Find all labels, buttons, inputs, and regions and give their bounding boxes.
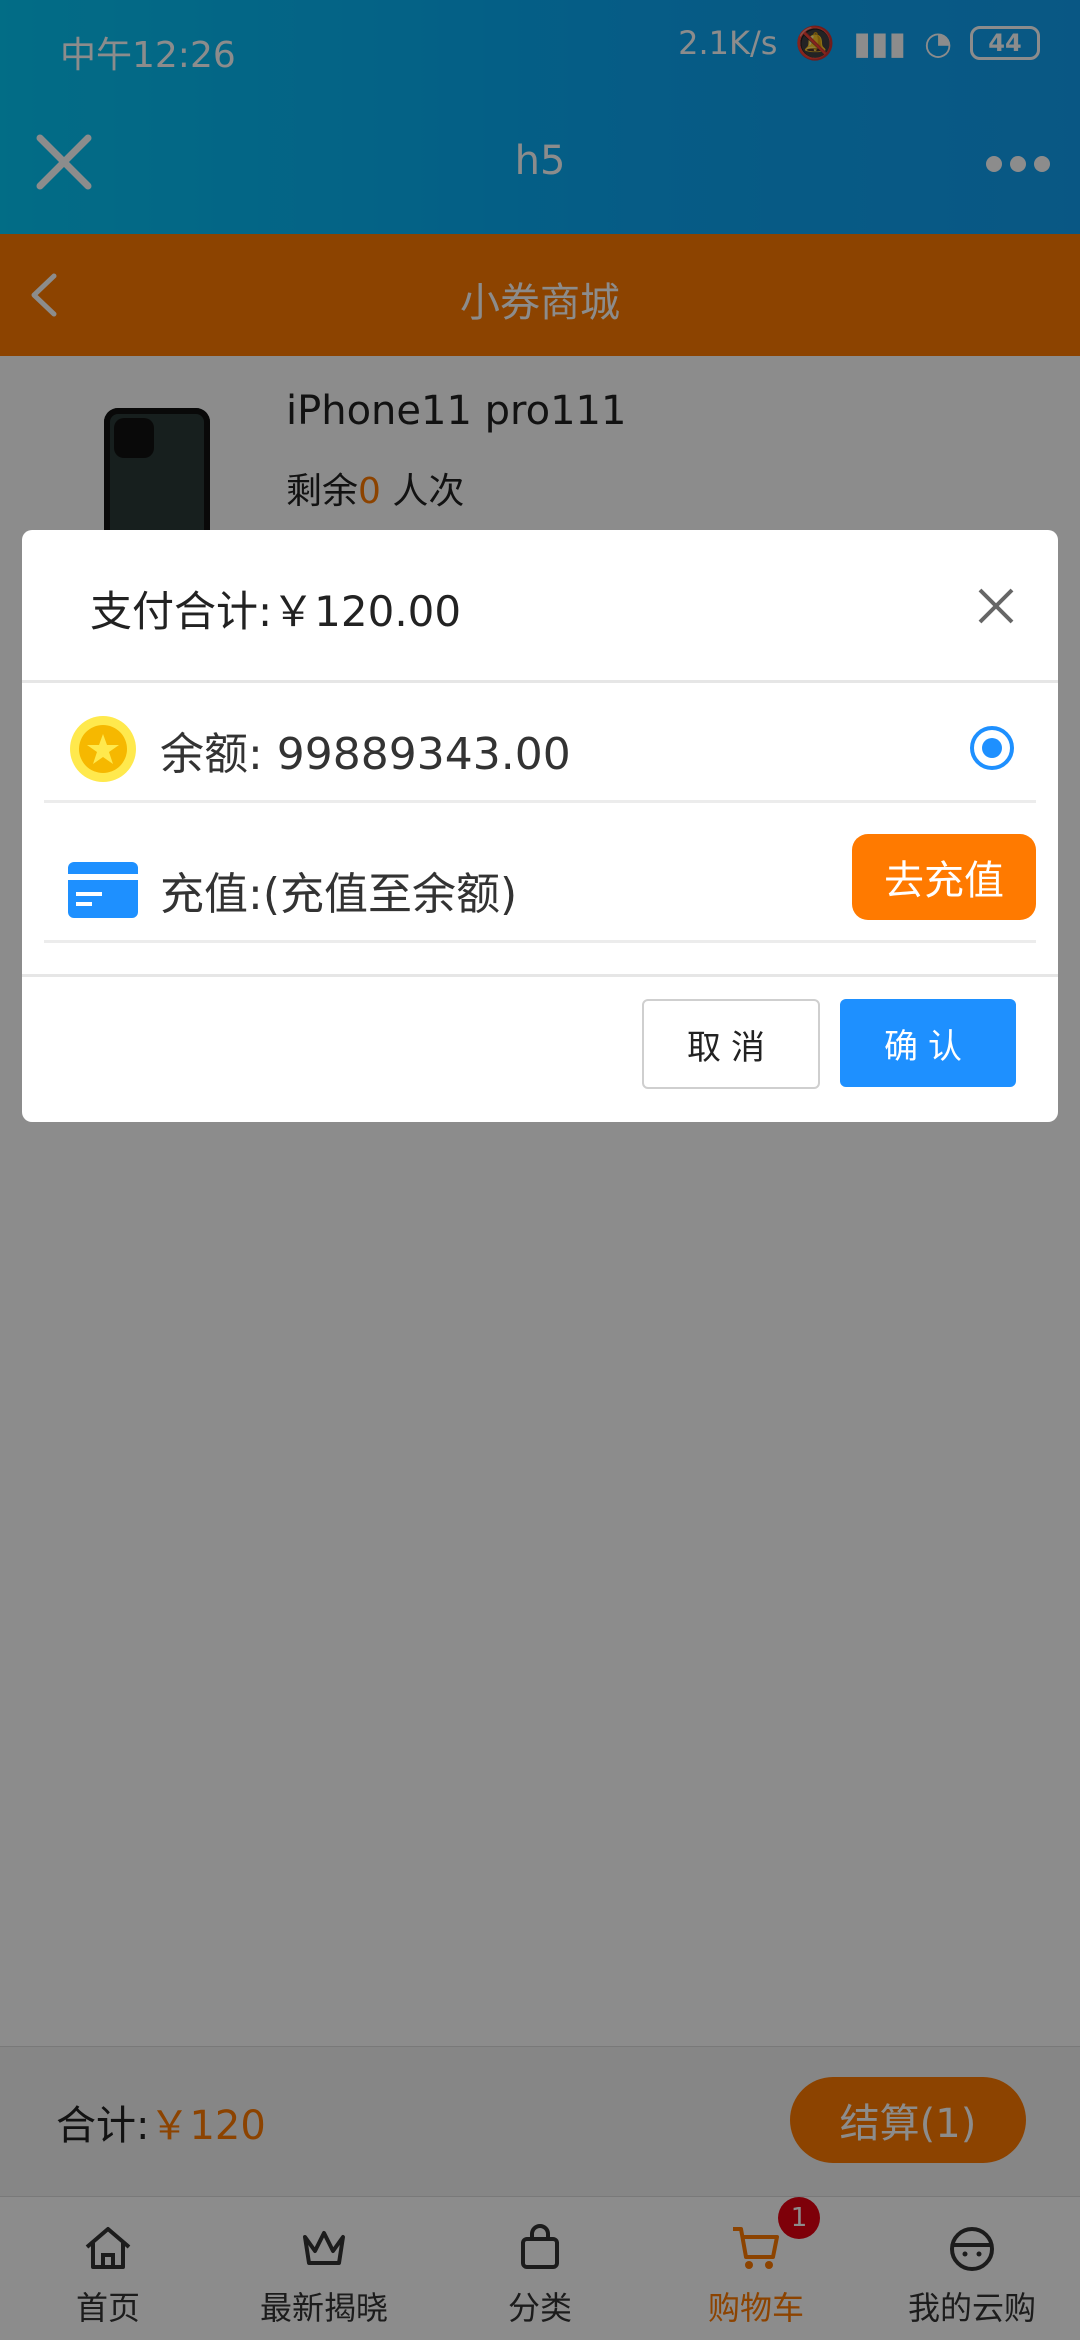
recharge-button[interactable]: 去充值 [852,834,1036,920]
recharge-label: 充值:(充值至余额) [160,869,518,920]
modal-overlay[interactable] [0,0,1080,2340]
card-icon [68,862,138,918]
dialog-actions: 取消 确认 [22,974,1058,1122]
payment-total: 支付合计:￥120.00 [90,587,462,636]
coin-icon [70,716,136,782]
confirm-button[interactable]: 确认 [840,999,1016,1087]
cancel-button[interactable]: 取消 [642,999,820,1089]
close-icon[interactable] [970,580,1022,632]
payment-dialog: 支付合计:￥120.00 余额: 99889343.00 充值:(充值至余额) … [22,530,1058,1122]
dialog-header: 支付合计:￥120.00 [22,530,1058,683]
balance-radio[interactable] [970,726,1014,770]
balance-option[interactable]: 余额: 99889343.00 [44,680,1036,803]
balance-label: 余额: 99889343.00 [160,729,571,780]
recharge-option: 充值:(充值至余额) 去充值 [44,820,1036,943]
